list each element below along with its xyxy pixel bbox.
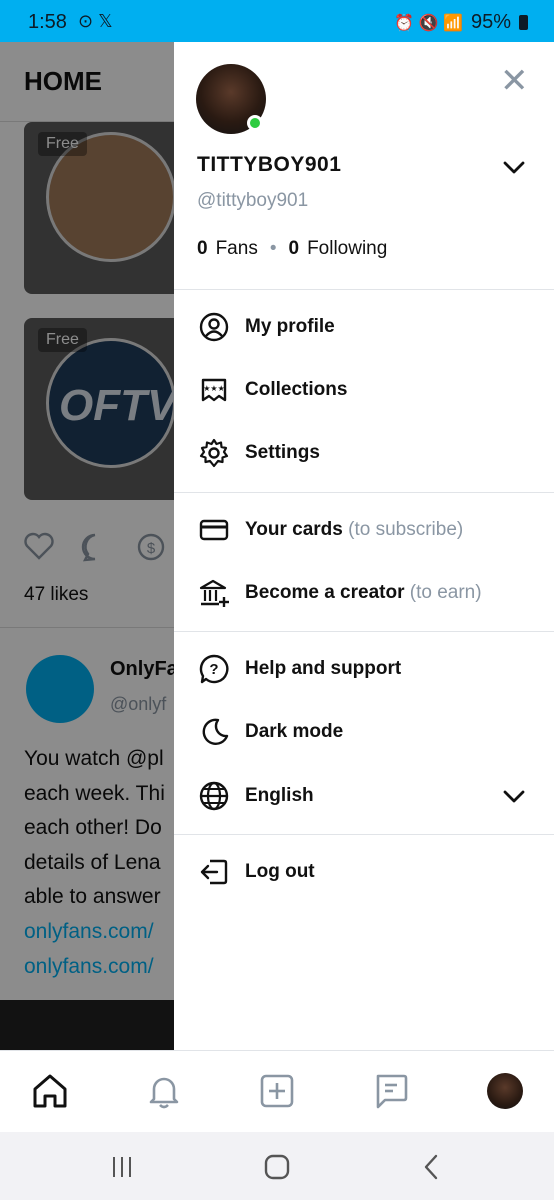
following-label[interactable]: Following <box>307 238 387 260</box>
menu-item-become-creator[interactable]: Become a creator (to earn) <box>174 564 554 622</box>
drawer-backdrop[interactable] <box>0 42 174 1050</box>
side-drawer: ✕ TITTYBOY901 @tittyboy901 0 Fans • 0 Fo… <box>174 42 554 1050</box>
fans-count[interactable]: 0 <box>197 238 208 260</box>
follower-stats: 0 Fans • 0 Following <box>197 238 387 260</box>
back-icon[interactable] <box>417 1152 447 1182</box>
moon-icon <box>202 718 229 745</box>
separator-dot: • <box>269 238 277 259</box>
menu-label: English <box>245 785 314 806</box>
menu-label: Settings <box>245 442 320 463</box>
recents-icon[interactable] <box>107 1152 137 1182</box>
battery-icon <box>519 15 528 30</box>
divider <box>174 492 554 493</box>
become-creator-hint: (to earn) <box>409 582 482 603</box>
system-icons: ⏰ 🔇 📶 <box>394 14 463 32</box>
menu-label: Dark mode <box>245 721 344 742</box>
menu-label: Log out <box>245 861 315 882</box>
menu-item-language[interactable]: English <box>174 767 554 825</box>
divider <box>174 834 554 835</box>
credit-card-icon <box>199 519 229 541</box>
home-icon[interactable] <box>30 1071 70 1111</box>
menu-label: Your cards (to subscribe) <box>245 519 463 541</box>
close-icon[interactable]: ✕ <box>500 64 529 98</box>
bank-plus-icon <box>199 579 229 607</box>
logout-icon <box>200 859 228 885</box>
battery-percent: 95% <box>470 11 511 33</box>
system-nav-bar <box>0 1132 554 1200</box>
drawer-username[interactable]: TITTYBOY901 <box>197 153 341 177</box>
menu-label: Become a creator (to earn) <box>245 582 482 604</box>
fans-label[interactable]: Fans <box>216 238 258 260</box>
following-count[interactable]: 0 <box>288 238 299 260</box>
online-status-indicator <box>247 115 263 131</box>
your-cards-label: Your cards <box>245 519 343 540</box>
chevron-down-icon <box>503 790 525 803</box>
gear-icon <box>199 438 229 468</box>
svg-text:★★★: ★★★ <box>203 384 225 393</box>
bottom-tab-bar <box>0 1050 554 1132</box>
your-cards-hint: (to subscribe) <box>348 519 464 540</box>
help-icon: ? <box>199 654 229 684</box>
menu-item-dark-mode[interactable]: Dark mode <box>174 703 554 761</box>
notification-icons: ⊙ 𝕏 <box>78 11 113 31</box>
status-right: ⏰ 🔇 📶 95% <box>394 11 528 34</box>
divider <box>174 289 554 290</box>
account-switch-chevron-icon[interactable] <box>500 156 528 178</box>
add-post-icon[interactable] <box>257 1071 297 1111</box>
menu-item-logout[interactable]: Log out <box>174 843 554 901</box>
collections-icon: ★★★ <box>201 378 227 402</box>
bell-icon[interactable] <box>144 1071 184 1111</box>
svg-text:?: ? <box>209 661 218 678</box>
globe-icon <box>199 781 229 811</box>
menu-label: My profile <box>245 316 335 337</box>
status-time: 1:58 <box>28 11 67 33</box>
user-circle-icon <box>199 312 229 342</box>
status-bar: 1:58 ⊙ 𝕏 ⏰ 🔇 📶 95% <box>0 0 554 42</box>
divider <box>174 631 554 632</box>
menu-label: Collections <box>245 379 348 400</box>
become-creator-label: Become a creator <box>245 582 405 603</box>
menu-item-collections[interactable]: ★★★ Collections <box>174 361 554 419</box>
drawer-handle[interactable]: @tittyboy901 <box>197 190 308 212</box>
messages-icon[interactable] <box>371 1071 411 1111</box>
home-nav-icon[interactable] <box>262 1152 292 1182</box>
menu-item-my-profile[interactable]: My profile <box>174 298 554 356</box>
menu-item-help[interactable]: ? Help and support <box>174 640 554 698</box>
menu-item-your-cards[interactable]: Your cards (to subscribe) <box>174 501 554 559</box>
profile-tab-avatar[interactable] <box>487 1073 523 1109</box>
menu-label: Help and support <box>245 658 402 679</box>
menu-item-settings[interactable]: Settings <box>174 424 554 482</box>
